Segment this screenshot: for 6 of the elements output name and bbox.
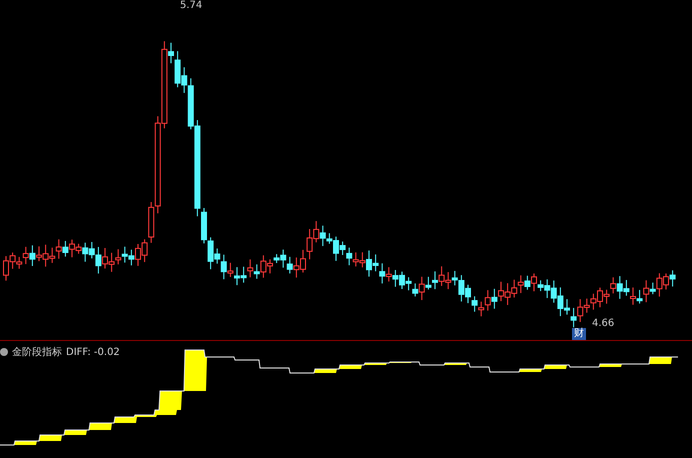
indicator-name: 金阶段指标 bbox=[12, 346, 62, 359]
event-badge: 财 bbox=[572, 328, 586, 340]
indicator-reading: DIFF: -0.02 bbox=[66, 346, 120, 358]
indicator-toggle-icon[interactable] bbox=[0, 348, 8, 356]
high-price-label: 5.74 bbox=[180, 0, 202, 11]
low-price-label: 4.66 bbox=[592, 318, 614, 329]
